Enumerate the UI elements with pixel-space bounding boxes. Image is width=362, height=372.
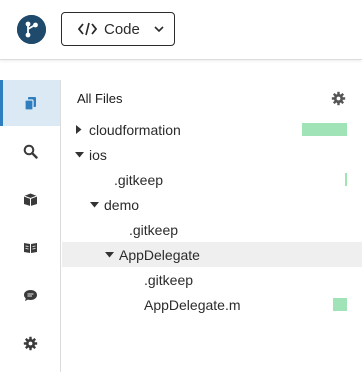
- caret-down-icon[interactable]: [89, 198, 99, 212]
- tree-item-label: AppDelegate: [119, 246, 200, 263]
- caret-right-icon[interactable]: [74, 123, 84, 137]
- chat-bubble-icon: [23, 289, 37, 301]
- panel-title: All Files: [77, 91, 123, 106]
- change-indicator-bar: [345, 173, 347, 186]
- sidebar-item-chat[interactable]: [0, 272, 60, 318]
- tree-file-row[interactable]: .gitkeep: [62, 217, 362, 242]
- sidebar-item-files[interactable]: [0, 80, 60, 126]
- caret-down-icon[interactable]: [74, 148, 84, 162]
- tree-item-label: .gitkeep: [129, 221, 179, 238]
- chevron-down-icon: [154, 25, 164, 32]
- file-tree: cloudformation ios .gitkeep demo .gitkeep App…: [62, 117, 362, 317]
- sidebar-item-search[interactable]: [0, 128, 60, 174]
- book-open-icon: [23, 242, 37, 253]
- sidebar: [0, 80, 61, 372]
- files-icon: [23, 96, 36, 111]
- caret-down-icon[interactable]: [104, 248, 114, 262]
- tree-folder-row[interactable]: ios: [62, 142, 362, 167]
- sidebar-item-docs[interactable]: [0, 224, 60, 270]
- tree-file-row[interactable]: .gitkeep: [62, 267, 362, 292]
- tree-item-label: ios: [89, 146, 107, 163]
- sidebar-item-settings[interactable]: [0, 320, 60, 366]
- app-logo[interactable]: [17, 15, 46, 44]
- code-brackets-icon: [78, 22, 97, 36]
- tree-folder-row[interactable]: cloudformation: [62, 117, 362, 142]
- tree-folder-row[interactable]: AppDelegate: [62, 242, 362, 267]
- panel-settings-gear-icon[interactable]: [331, 91, 346, 106]
- change-indicator-bar: [333, 298, 347, 311]
- tree-file-row[interactable]: .gitkeep: [62, 167, 362, 192]
- tree-file-row[interactable]: AppDelegate.m: [62, 292, 362, 317]
- file-browser-panel: All Files cloudformation ios .gitkeep demo.…: [62, 80, 362, 372]
- search-icon: [23, 144, 38, 159]
- gear-icon: [23, 336, 37, 350]
- package-icon: [23, 193, 37, 206]
- tree-item-label: .gitkeep: [144, 271, 194, 288]
- tree-item-label: cloudformation: [89, 121, 181, 138]
- tree-item-label: AppDelegate.m: [144, 296, 241, 313]
- tree-item-label: demo: [104, 196, 140, 213]
- tree-item-label: .gitkeep: [114, 171, 164, 188]
- top-bar: Code: [0, 0, 362, 60]
- sidebar-item-packages[interactable]: [0, 176, 60, 222]
- git-graph-icon: [17, 15, 46, 44]
- code-button-label: Code: [104, 20, 140, 38]
- code-dropdown-button[interactable]: Code: [61, 12, 175, 46]
- change-indicator-bar: [302, 123, 347, 136]
- tree-folder-row[interactable]: demo: [62, 192, 362, 217]
